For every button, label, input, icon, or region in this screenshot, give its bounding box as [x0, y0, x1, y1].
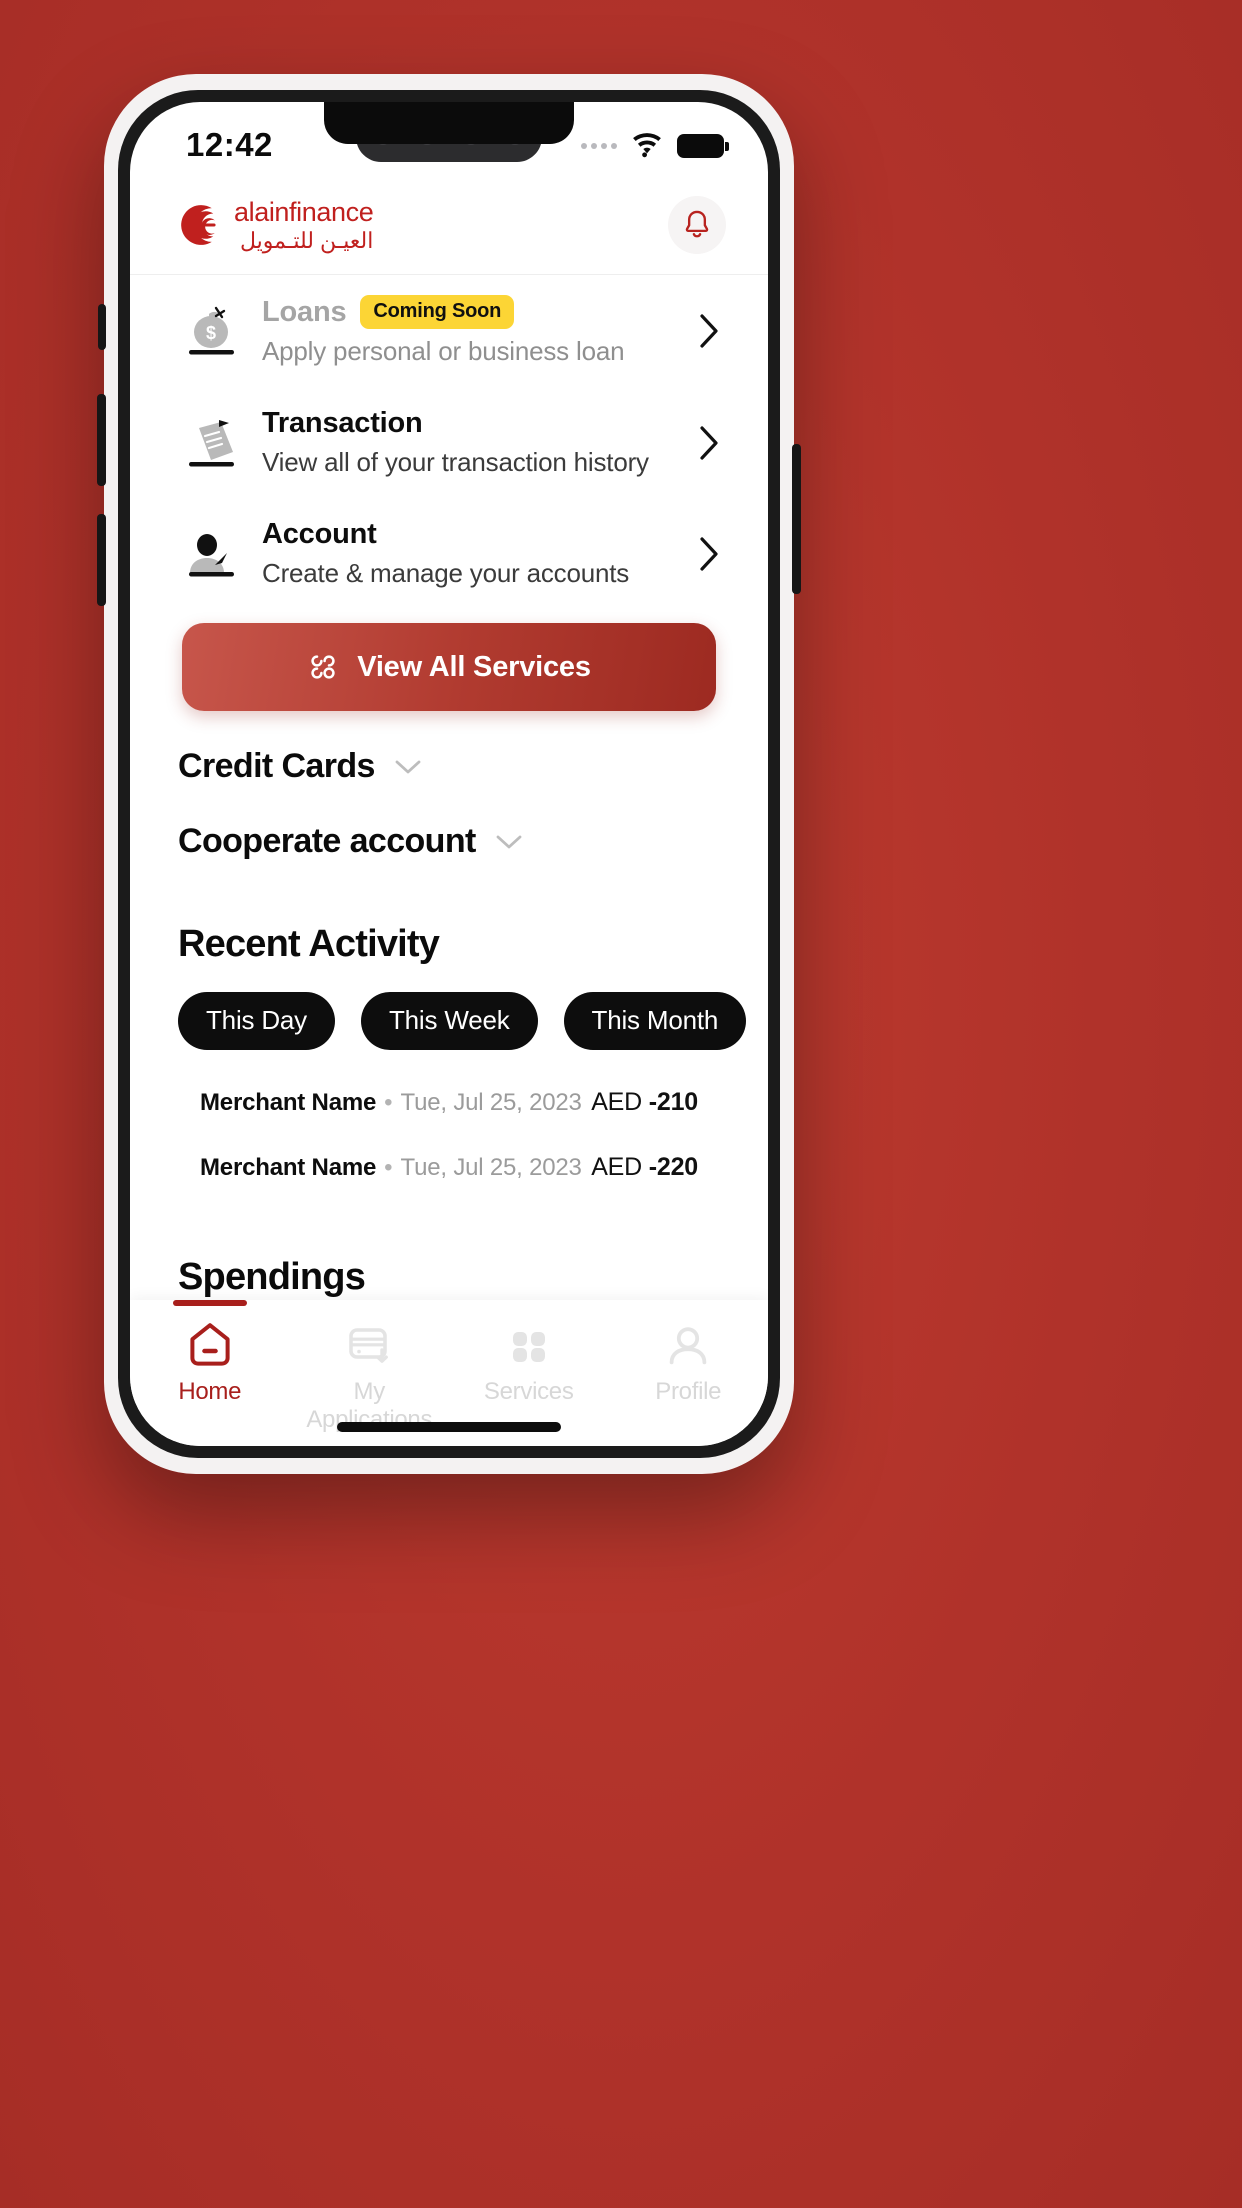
phone-mockup: 12:42 alainfinance العيـن للتـمويل $ Loa…	[97, 74, 801, 1474]
filter-pill-this-month[interactable]: This Month	[563, 992, 747, 1050]
grid-dots-icon	[512, 1332, 545, 1362]
main-content[interactable]: $ Loans Coming Soon Apply personal or bu…	[130, 275, 768, 1357]
service-title-line: Transaction	[262, 407, 690, 440]
home-indicator[interactable]	[337, 1422, 561, 1432]
battery-icon	[677, 134, 729, 158]
spendings-title: Spendings	[178, 1256, 366, 1298]
bell-icon	[685, 210, 709, 238]
card-download-icon	[349, 1328, 389, 1363]
chevron-right-icon	[690, 313, 720, 349]
alainfinance-logo-icon	[181, 205, 216, 245]
service-title: Loans	[262, 295, 347, 328]
phone-bezel: 12:42 alainfinance العيـن للتـمويل $ Loa…	[118, 90, 780, 1458]
svg-text:$: $	[206, 323, 216, 343]
transaction-amount: AED -210	[591, 1088, 698, 1117]
transaction-currency: AED	[591, 1088, 642, 1116]
collapse-credit-cards[interactable]: Credit Cards	[130, 711, 768, 786]
chevron-right-icon	[690, 425, 720, 461]
money-bag-icon: $	[178, 298, 252, 364]
transaction-amount: AED -220	[591, 1153, 698, 1182]
nav-label: Home	[178, 1378, 242, 1405]
service-body: Transaction View all of your transaction…	[252, 407, 690, 478]
service-subtitle: Create & manage your accounts	[262, 558, 630, 588]
power-button[interactable]	[792, 444, 801, 594]
filter-pill-this-day[interactable]: This Day	[178, 992, 335, 1050]
volume-down-button[interactable]	[97, 514, 106, 606]
signal-dots-icon	[581, 143, 617, 149]
phone-screen: 12:42 alainfinance العيـن للتـمويل $ Loa…	[130, 102, 768, 1446]
person-edit-icon	[178, 521, 252, 587]
app-header: alainfinance العيـن للتـمويل	[130, 180, 768, 274]
transaction-merchant: Merchant Name	[200, 1153, 377, 1181]
transaction-separator: •	[384, 1088, 393, 1116]
transaction-date: Tue, Jul 25, 2023	[400, 1153, 582, 1181]
person-icon	[669, 1327, 707, 1365]
chevron-right-icon	[690, 536, 720, 572]
transaction-info: Merchant Name • Tue, Jul 25, 2023	[200, 1154, 582, 1182]
service-title: Transaction	[262, 407, 423, 439]
chevron-down-icon	[395, 760, 421, 773]
service-title-line: Account	[262, 518, 690, 551]
service-subtitle: View all of your transaction history	[262, 447, 649, 477]
grid-dots-icon	[311, 655, 335, 679]
cta-label: View All Services	[357, 650, 591, 683]
status-badge: Coming Soon	[360, 295, 515, 329]
recent-activity-section: Recent Activity This Day This Week This …	[130, 861, 768, 1200]
collapse-title: Cooperate account	[178, 822, 476, 860]
service-subtitle: Apply personal or business loan	[262, 336, 625, 366]
transaction-value: -210	[648, 1088, 698, 1116]
transaction-list: Merchant Name • Tue, Jul 25, 2023 AED -2…	[130, 1050, 768, 1200]
notification-button[interactable]	[668, 196, 726, 254]
recent-activity-title: Recent Activity	[178, 923, 440, 965]
service-body: Loans Coming Soon Apply personal or busi…	[252, 295, 690, 367]
volume-up-button[interactable]	[97, 394, 106, 486]
active-indicator	[172, 1300, 247, 1306]
service-body: Account Create & manage your accounts	[252, 518, 690, 589]
collapse-title: Credit Cards	[178, 747, 375, 785]
brand-text: alainfinance العيـن للتـمويل	[234, 196, 374, 253]
service-title-line: Loans Coming Soon	[262, 295, 690, 329]
status-bar: 12:42	[130, 102, 768, 180]
nav-item-my-applications[interactable]: My Applications	[290, 1320, 450, 1434]
home-icon	[190, 1323, 230, 1366]
document-icon	[178, 410, 252, 476]
cta-container: View All Services	[130, 609, 768, 711]
transaction-info: Merchant Name • Tue, Jul 25, 2023	[200, 1089, 582, 1117]
brand-name-en: alainfinance	[234, 196, 374, 227]
services-list: $ Loans Coming Soon Apply personal or bu…	[130, 275, 768, 609]
activity-filter-pills: This Day This Week This Month 6 Month	[130, 966, 768, 1050]
service-row-account[interactable]: Account Create & manage your accounts	[168, 498, 730, 609]
brand-logo: alainfinance العيـن للتـمويل	[178, 196, 374, 253]
wifi-icon	[633, 133, 661, 158]
service-row-transaction[interactable]: Transaction View all of your transaction…	[168, 387, 730, 498]
collapse-cooperate-account[interactable]: Cooperate account	[130, 786, 768, 861]
view-all-services-button[interactable]: View All Services	[182, 623, 716, 711]
table-row[interactable]: Merchant Name • Tue, Jul 25, 2023 AED -2…	[178, 1070, 720, 1135]
brand-name-ar: العيـن للتـمويل	[240, 227, 374, 253]
transaction-date: Tue, Jul 25, 2023	[400, 1088, 582, 1116]
nav-label: Profile	[655, 1378, 722, 1405]
nav-item-services[interactable]: Services	[449, 1320, 609, 1406]
transaction-currency: AED	[591, 1153, 642, 1181]
transaction-value: -220	[648, 1153, 698, 1181]
filter-pill-this-week[interactable]: This Week	[360, 992, 538, 1050]
nav-item-home[interactable]: Home	[130, 1300, 290, 1406]
status-time: 12:42	[186, 126, 273, 163]
nav-item-profile[interactable]: Profile	[609, 1320, 769, 1406]
service-title: Account	[262, 518, 377, 550]
chevron-down-icon	[496, 835, 522, 848]
transaction-separator: •	[384, 1153, 393, 1181]
nav-label: Services	[483, 1378, 574, 1405]
status-indicators	[581, 133, 729, 159]
service-row-loans[interactable]: $ Loans Coming Soon Apply personal or bu…	[168, 275, 730, 387]
transaction-merchant: Merchant Name	[200, 1088, 377, 1116]
mute-switch[interactable]	[98, 304, 106, 350]
table-row[interactable]: Merchant Name • Tue, Jul 25, 2023 AED -2…	[178, 1135, 720, 1200]
